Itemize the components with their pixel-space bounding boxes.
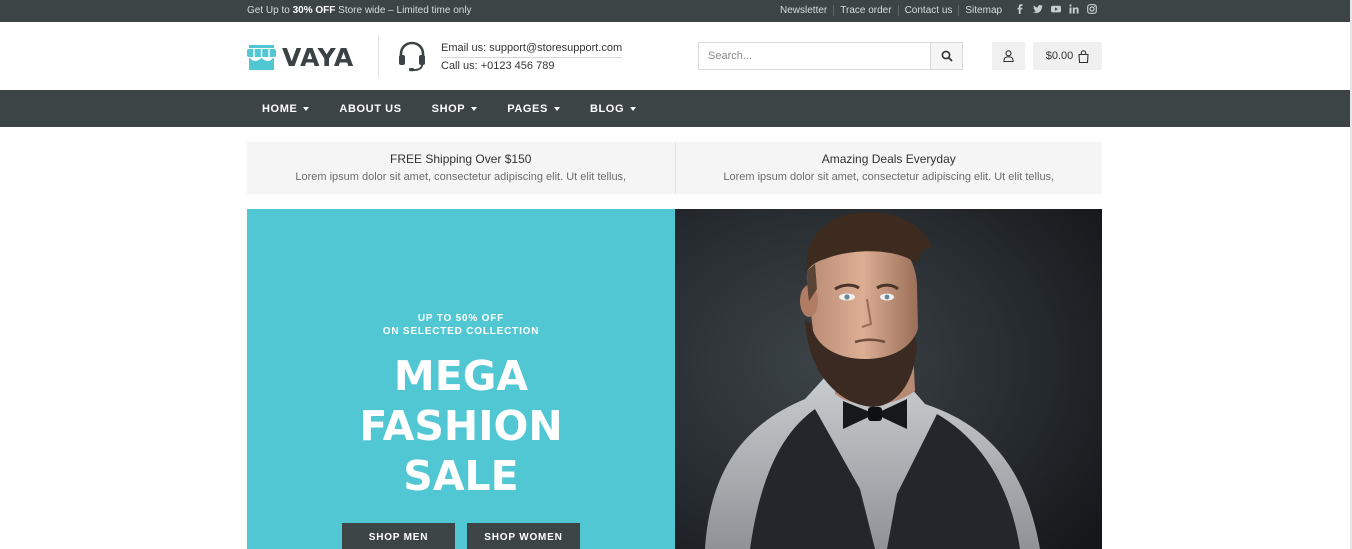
linkedin-icon[interactable] <box>1069 4 1079 14</box>
nav-item-label: SHOP <box>431 102 466 115</box>
logo-text: VAYA <box>282 43 354 72</box>
hero-banner-text-panel: UP TO 50% OFF ON SELECTED COLLECTION MEG… <box>247 209 675 549</box>
feature-title: Amazing Deals Everyday <box>821 152 956 166</box>
feature-description: Lorem ipsum dolor sit amet, consectetur … <box>295 171 627 183</box>
site-header: VAYA Email us: support@storesupport.com … <box>0 22 1352 90</box>
promo-highlight: 30% OFF <box>292 5 336 16</box>
support-email[interactable]: Email us: support@storesupport.com <box>441 40 623 58</box>
twitter-icon[interactable] <box>1033 4 1043 14</box>
youtube-icon[interactable] <box>1051 4 1061 14</box>
cart-button[interactable]: $0.00 <box>1033 42 1102 70</box>
promo-prefix: Get Up to <box>247 5 293 16</box>
top-link-newsletter[interactable]: Newsletter <box>780 5 833 16</box>
features-strip: FREE Shipping Over $150 Lorem ipsum dolo… <box>247 142 1102 194</box>
contact-info: Email us: support@storesupport.com Call … <box>441 40 623 75</box>
hero-banner-image <box>675 209 1102 549</box>
top-link-sitemap[interactable]: Sitemap <box>958 5 1008 16</box>
nav-item-label: BLOG <box>589 102 625 115</box>
shop-men-button[interactable]: SHOP MEN <box>342 523 455 549</box>
social-links <box>1015 4 1097 14</box>
main-nav: HOME ABOUT US SHOP PAGES BLOG <box>0 90 1352 127</box>
feature-free-shipping: FREE Shipping Over $150 Lorem ipsum dolo… <box>247 142 675 194</box>
top-bar: Get Up to 30% OFF Store wide – Limited t… <box>0 0 1352 22</box>
nav-item-about-us[interactable]: ABOUT US <box>339 103 401 115</box>
top-links: Newsletter Trace order Contact us Sitema… <box>780 5 1008 16</box>
search-button[interactable] <box>930 43 962 69</box>
hero-eyebrow-line-1: UP TO 50% OFF <box>417 313 505 324</box>
nav-item-pages[interactable]: PAGES <box>507 103 560 115</box>
account-button[interactable] <box>992 42 1025 70</box>
promo-suffix: Store wide – Limited time only <box>335 5 472 16</box>
header-divider <box>378 36 379 78</box>
caret-down-icon <box>471 106 478 111</box>
cart-total: $0.00 <box>1045 50 1074 62</box>
shopping-bag-icon <box>1078 49 1089 63</box>
nav-item-label: PAGES <box>507 102 548 115</box>
hero-buttons: SHOP MEN SHOP WOMEN <box>342 523 580 549</box>
hero-headline-line-2: FASHION <box>359 402 563 450</box>
feature-description: Lorem ipsum dolor sit amet, consectetur … <box>723 171 1055 183</box>
hero-eyebrow: UP TO 50% OFF ON SELECTED COLLECTION <box>247 312 675 338</box>
search-bar <box>698 42 963 70</box>
caret-down-icon <box>630 106 637 111</box>
feature-amazing-deals: Amazing Deals Everyday Lorem ipsum dolor… <box>674 142 1103 194</box>
top-link-trace-order[interactable]: Trace order <box>833 5 897 16</box>
headset-icon <box>396 40 428 77</box>
nav-item-home[interactable]: HOME <box>262 102 310 115</box>
top-link-contact-us[interactable]: Contact us <box>897 5 959 16</box>
hero-headline-line-1: MEGA <box>393 352 529 400</box>
model-photo <box>675 209 1102 549</box>
search-icon <box>941 50 953 62</box>
shop-women-button[interactable]: SHOP WOMEN <box>467 523 580 549</box>
nav-item-blog[interactable]: BLOG <box>589 102 637 115</box>
feature-title: FREE Shipping Over $150 <box>390 152 532 166</box>
search-input[interactable] <box>699 43 930 69</box>
promo-text: Get Up to 30% OFF Store wide – Limited t… <box>247 5 472 16</box>
store-icon <box>247 44 276 70</box>
instagram-icon[interactable] <box>1087 4 1097 14</box>
hero-eyebrow-line-2: ON SELECTED COLLECTION <box>382 326 540 337</box>
hero-headline: MEGA FASHION SALE <box>247 351 675 501</box>
page: Get Up to 30% OFF Store wide – Limited t… <box>0 0 1352 549</box>
hero-headline-line-3: SALE <box>403 452 519 500</box>
facebook-icon[interactable] <box>1015 4 1025 14</box>
logo[interactable]: VAYA <box>247 43 354 72</box>
nav-item-label: HOME <box>262 102 298 115</box>
caret-down-icon <box>553 106 560 111</box>
user-icon <box>1003 50 1014 62</box>
nav-item-shop[interactable]: SHOP <box>432 103 478 115</box>
support-phone: Call us: +0123 456 789 <box>441 60 555 72</box>
caret-down-icon <box>303 106 310 111</box>
nav-item-label: ABOUT US <box>339 102 402 115</box>
